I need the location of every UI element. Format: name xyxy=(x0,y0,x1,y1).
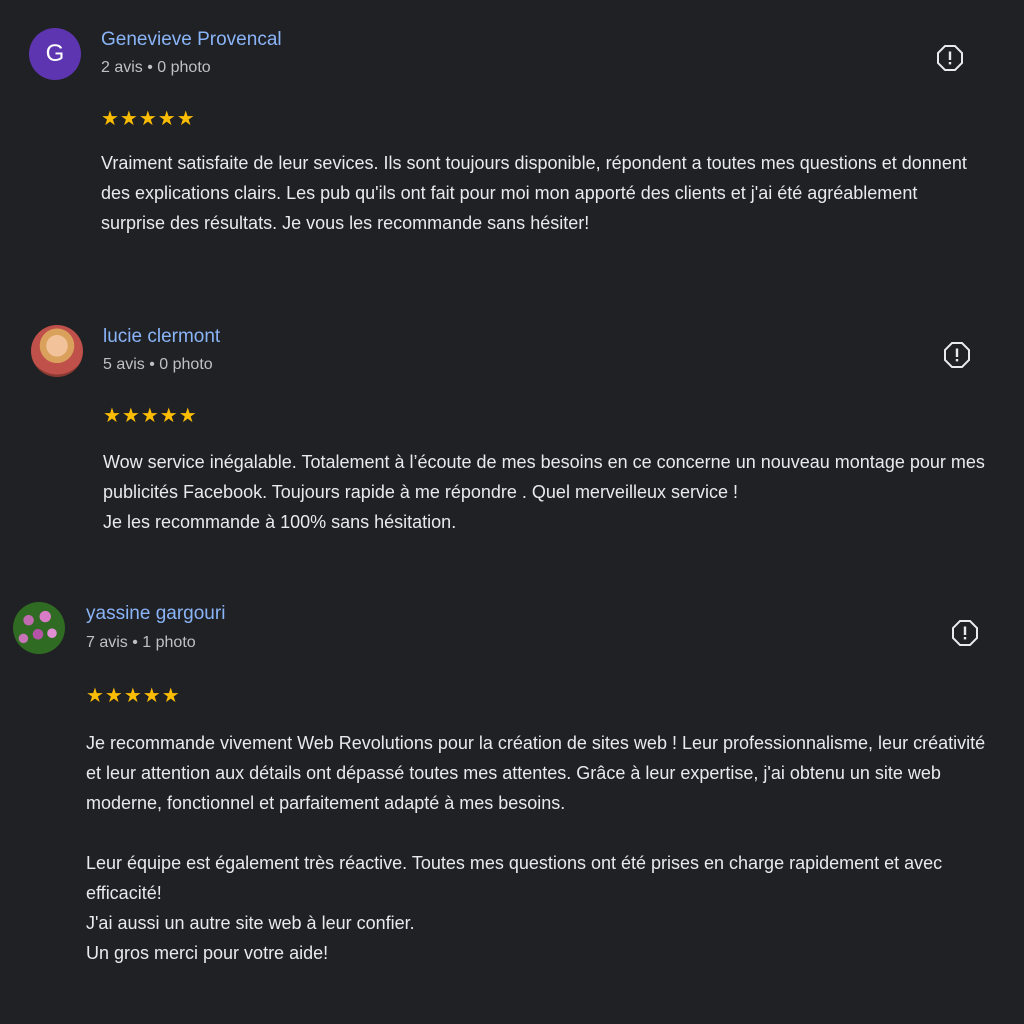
reviewer-meta: 2 avis • 0 photo xyxy=(101,59,211,76)
reviewer-meta: 5 avis • 0 photo xyxy=(103,356,213,373)
review-text: Wow service inégalable. Totalement à l’é… xyxy=(103,452,985,532)
reviewer-meta: 7 avis • 1 photo xyxy=(86,634,196,651)
report-icon[interactable] xyxy=(952,620,978,646)
avatar[interactable]: G xyxy=(29,28,81,80)
reviewer-name[interactable]: Genevieve Provencal xyxy=(101,29,282,51)
review-text: Vraiment satisfaite de leur sevices. Ils… xyxy=(101,153,967,233)
star-rating: ★★★★★ xyxy=(86,685,181,707)
report-icon[interactable] xyxy=(944,342,970,368)
avatar-letter: G xyxy=(45,40,65,67)
avatar[interactable] xyxy=(13,602,65,654)
star-rating: ★★★★★ xyxy=(103,405,198,427)
reviewer-name[interactable]: lucie clermont xyxy=(103,326,220,348)
review-text: Je recommande vivement Web Revolutions p… xyxy=(86,733,986,963)
avatar[interactable] xyxy=(31,325,83,377)
reviewer-name[interactable]: yassine gargouri xyxy=(86,603,225,625)
report-icon[interactable] xyxy=(937,45,963,71)
star-rating: ★★★★★ xyxy=(101,108,196,130)
